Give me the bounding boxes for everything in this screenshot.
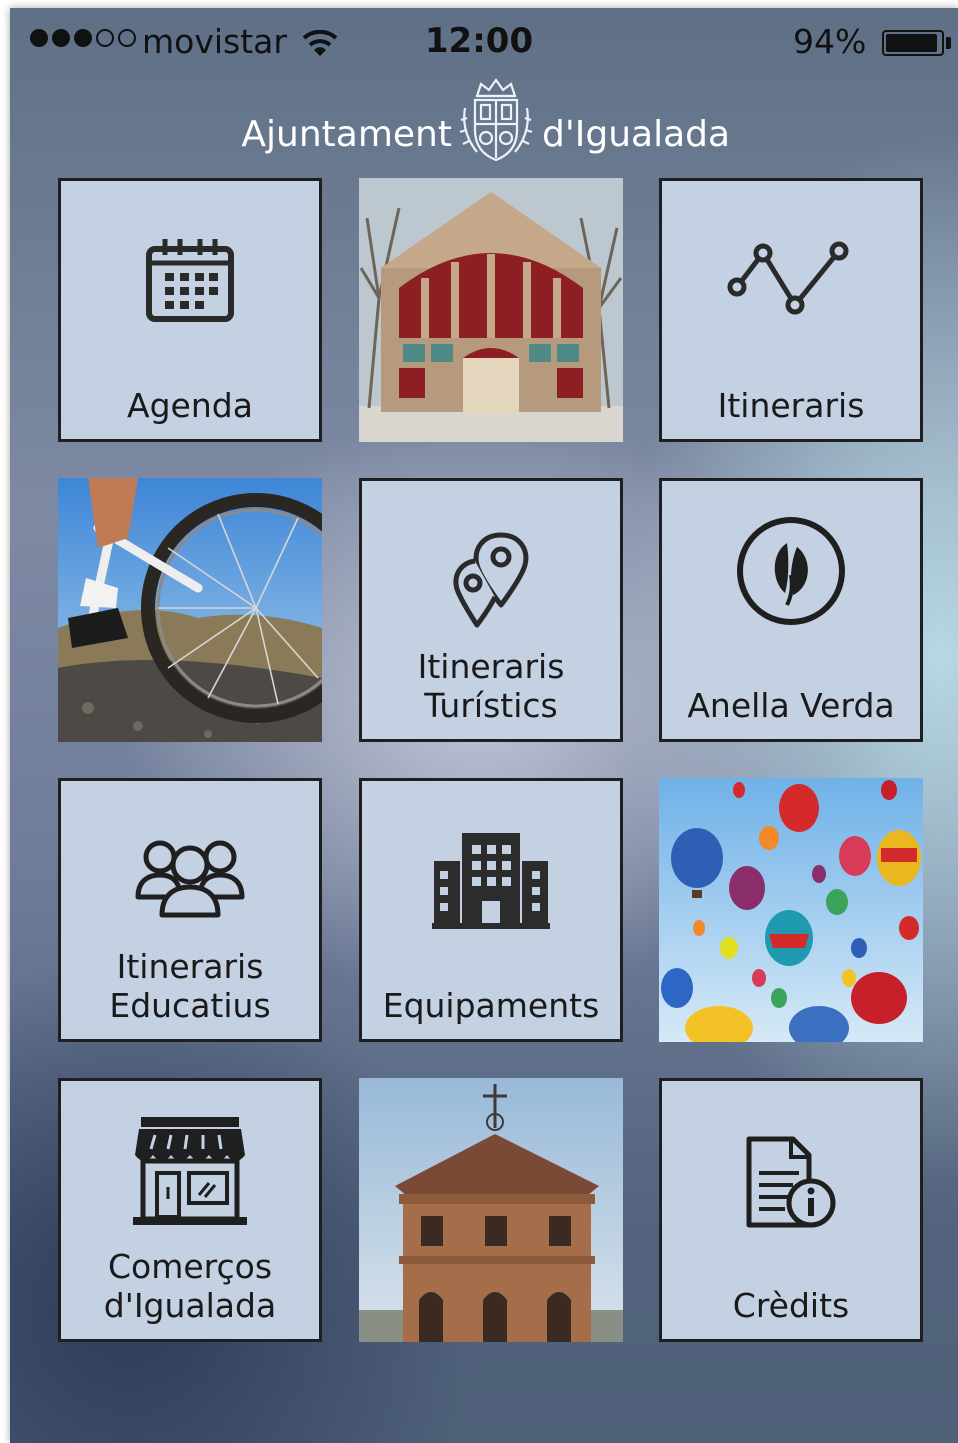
- leaf-circle-icon: [662, 515, 920, 627]
- tile-label-line1: Itineraris: [116, 947, 264, 986]
- tile-label: Itineraris Turístics: [362, 647, 620, 725]
- bicycle-wheel-photo[interactable]: [58, 478, 322, 742]
- tile-label: Comerços d'Igualada: [61, 1247, 319, 1325]
- calendar-icon: [61, 237, 319, 323]
- hot-air-balloons-photo[interactable]: [659, 778, 923, 1042]
- city-logo: Ajuntament d'Igualada: [10, 78, 958, 178]
- tile-label: Itineraris: [717, 386, 865, 425]
- battery-percentage: 94%: [793, 22, 867, 61]
- group-people-icon: [61, 831, 319, 921]
- tile-label-line1: Comerços: [107, 1247, 273, 1286]
- logo-text-igualada: d'Igualada: [542, 114, 731, 155]
- tile-agenda[interactable]: Agenda: [58, 178, 322, 442]
- status-bar: movistar 12:00 94%: [10, 8, 958, 78]
- tile-label-line1: Itineraris: [417, 647, 565, 686]
- battery-nub: [946, 37, 951, 49]
- app-screen: movistar 12:00 94% Ajuntament d'Igualada…: [10, 8, 958, 1443]
- tile-label: Crèdits: [732, 1286, 850, 1325]
- building-facade-photo[interactable]: [359, 178, 623, 442]
- logo-text-ajuntament: Ajuntament: [241, 114, 452, 155]
- shop-icon: [61, 1115, 319, 1227]
- tile-itineraris[interactable]: Itineraris: [659, 178, 923, 442]
- tile-label: Itineraris Educatius: [61, 947, 319, 1025]
- tile-label-line2: Turístics: [424, 686, 558, 725]
- tile-equipaments[interactable]: Equipaments: [359, 778, 623, 1042]
- battery-icon: [882, 30, 944, 56]
- tile-label: Equipaments: [382, 986, 600, 1025]
- tile-credits[interactable]: Crèdits: [659, 1078, 923, 1342]
- bell-tower-photo[interactable]: [359, 1078, 623, 1342]
- tile-label-line2: d'Igualada: [103, 1286, 277, 1325]
- tile-label: Anella Verda: [687, 686, 895, 725]
- tile-itineraris-turistics[interactable]: Itineraris Turístics: [359, 478, 623, 742]
- route-line-icon: [662, 239, 920, 319]
- document-info-icon: [662, 1135, 920, 1231]
- coat-of-arms-icon: [457, 78, 535, 170]
- tile-comercos[interactable]: Comerços d'Igualada: [58, 1078, 322, 1342]
- tile-anella-verda[interactable]: Anella Verda: [659, 478, 923, 742]
- tile-label: Agenda: [127, 386, 253, 425]
- tile-itineraris-educatius[interactable]: Itineraris Educatius: [58, 778, 322, 1042]
- building-icon: [362, 831, 620, 929]
- map-pins-icon: [362, 531, 620, 631]
- tile-label-line2: Educatius: [109, 986, 271, 1025]
